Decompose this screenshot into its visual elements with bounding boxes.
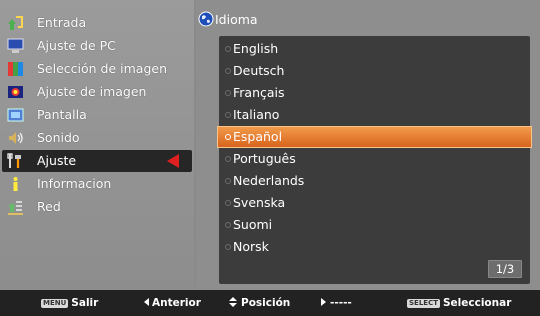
menu-item-ajuste-de-imagen[interactable]: Ajuste de imagen [0,81,194,103]
pc-adjust-icon [7,38,24,54]
menu-item-label: Entrada [37,15,87,30]
footer-select-label: Seleccionar [442,297,512,309]
page-indicator: 1/3 [488,260,522,278]
information-icon [7,176,24,192]
submenu-title: Idioma [215,12,258,27]
footer-prev-label: Anterior [152,297,201,309]
radio-dot-icon [225,200,231,206]
menu-item-label: Red [37,199,61,214]
image-select-icon [7,61,24,77]
menu-item-pantalla[interactable]: Pantalla [0,104,194,126]
radio-dot-icon [225,244,231,250]
image-adjust-icon [7,84,24,100]
footer-position-label: Posición [241,297,291,309]
radio-dot-icon [225,178,231,184]
main-menu-panel: Entrada Ajuste de PC Selección de imagen… [0,0,194,290]
footer-exit: MENU Salir [41,296,98,310]
menu-key-icon: MENU [41,299,69,308]
radio-dot-icon [225,90,231,96]
arrow-up-down-icon [229,297,238,307]
footer-help-bar: MENU Salir Anterior Posición ----- SELECT… [0,290,540,316]
radio-dot-icon [225,134,231,140]
network-icon [7,199,24,215]
screen-icon [7,107,24,123]
footer-exit-label: Salir [71,297,99,309]
menu-item-label: Sonido [37,130,80,145]
language-list: English Deutsch Français Italiano Españo… [217,36,532,284]
language-option-label: English [233,41,279,56]
language-option-deutsch[interactable]: Deutsch [219,60,530,82]
menu-item-seleccion-de-imagen[interactable]: Selección de imagen [0,58,194,80]
footer-select: SELECT Seleccionar [407,296,511,310]
menu-item-label: Ajuste de PC [37,38,116,53]
language-option-italiano[interactable]: Italiano [219,104,530,126]
radio-dot-icon [225,46,231,52]
radio-dot-icon [225,68,231,74]
menu-item-label: Informacion [37,176,112,191]
menu-item-sonido[interactable]: Sonido [0,127,194,149]
language-option-label: Português [233,151,296,166]
language-option-portugues[interactable]: Português [219,148,530,170]
menu-item-label: Pantalla [37,107,87,122]
globe-icon [198,11,214,27]
setting-icon [7,153,24,169]
menu-item-red[interactable]: Red [0,196,194,218]
language-option-label: Suomi [233,217,273,232]
selection-arrow-icon [167,154,179,168]
menu-item-label: Ajuste de imagen [37,84,147,99]
radio-dot-icon [225,112,231,118]
menu-item-entrada[interactable]: Entrada [0,12,194,34]
footer-previous: Anterior [144,296,201,310]
submenu-header: Idioma [196,8,540,32]
menu-item-ajuste-de-pc[interactable]: Ajuste de PC [0,35,194,57]
language-option-label: Norsk [233,239,269,254]
arrow-left-icon [144,298,149,306]
sound-icon [7,130,24,146]
radio-dot-icon [225,156,231,162]
language-option-english[interactable]: English [219,38,530,60]
language-option-espanol[interactable]: Español [217,126,532,148]
language-option-norsk[interactable]: Norsk [219,236,530,258]
language-option-label: Nederlands [233,173,305,188]
input-icon [7,15,24,31]
menu-item-informacion[interactable]: Informacion [0,173,194,195]
language-submenu-panel: Idioma English Deutsch Français Italiano… [196,0,540,290]
menu-item-label: Ajuste [37,153,77,168]
arrow-right-icon [321,298,326,306]
select-key-icon: SELECT [407,299,440,308]
footer-position: Posición [229,296,290,310]
radio-dot-icon [225,222,231,228]
language-option-nederlands[interactable]: Nederlands [219,170,530,192]
language-option-svenska[interactable]: Svenska [219,192,530,214]
footer-next: ----- [321,296,352,310]
language-option-label: Español [233,129,283,144]
language-option-label: Français [233,85,285,100]
language-option-label: Italiano [233,107,280,122]
language-option-suomi[interactable]: Suomi [219,214,530,236]
footer-next-label: ----- [330,297,352,309]
language-option-label: Deutsch [233,63,285,78]
language-option-label: Svenska [233,195,286,210]
language-option-francais[interactable]: Français [219,82,530,104]
menu-item-label: Selección de imagen [37,61,168,76]
menu-item-ajuste[interactable]: Ajuste [2,150,192,172]
